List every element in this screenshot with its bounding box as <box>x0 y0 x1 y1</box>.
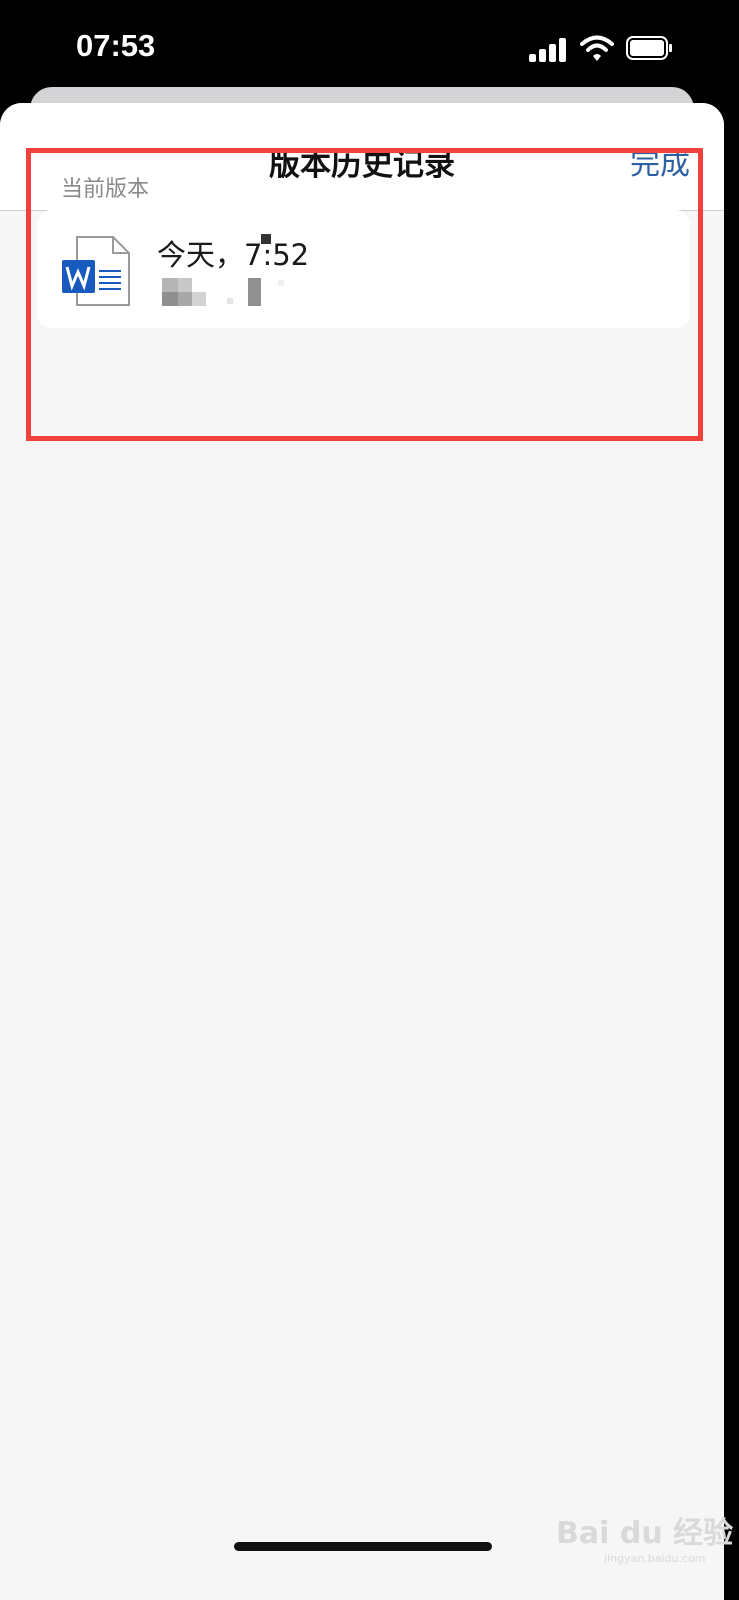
version-row-current[interactable]: 今天，7:52 <box>37 210 690 328</box>
word-document-icon <box>62 236 130 306</box>
signal-icon <box>529 38 567 62</box>
wifi-icon <box>580 35 614 61</box>
watermark-brand: Bai du 经验 <box>556 1516 734 1551</box>
watermark-domain: jingyan.baidu.com <box>604 1552 706 1565</box>
home-indicator <box>234 1542 492 1551</box>
status-time: 07:53 <box>76 28 156 63</box>
section-header-current-version: 当前版本 <box>61 177 150 202</box>
version-timestamp: 今天，7:52 <box>157 238 310 272</box>
status-bar: 07:53 <box>0 0 739 100</box>
battery-icon <box>626 36 672 60</box>
